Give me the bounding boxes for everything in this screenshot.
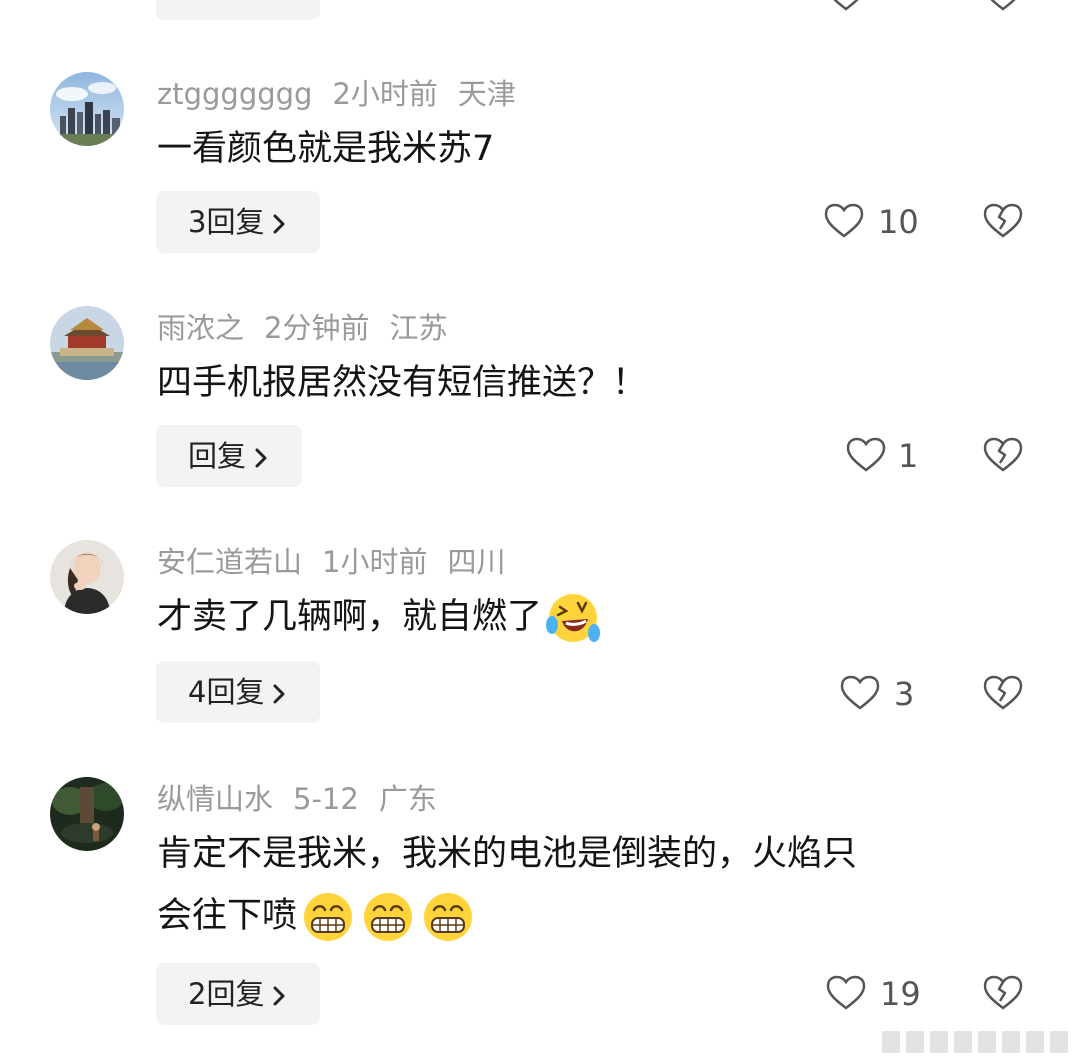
username[interactable]: ztggggggg [157, 77, 312, 111]
username[interactable]: 纵情山水 [157, 782, 273, 816]
reply-button-partial[interactable] [156, 0, 320, 20]
chevron-right-icon [273, 986, 285, 1006]
comment-text-line: 会往下喷 [157, 885, 1027, 947]
avatar[interactable] [50, 777, 124, 851]
avatar[interactable] [50, 72, 124, 146]
chevron-right-icon [273, 214, 285, 234]
broken-heart-icon[interactable] [983, 0, 1023, 12]
avatar[interactable] [50, 540, 124, 614]
heart-icon[interactable] [824, 203, 864, 239]
broken-heart-icon[interactable] [983, 675, 1023, 711]
comment-item: 纵情山水 5-12 广东 肯定不是我米，我米的电池是倒装的，火焰只 会往下喷 2… [0, 777, 1080, 1037]
username[interactable]: 安仁道若山 [157, 545, 302, 579]
username[interactable]: 雨浓之 [157, 311, 244, 345]
reply-label: 回复 [188, 439, 247, 473]
like-count: 3 [894, 675, 915, 713]
reply-button[interactable]: 2回复 [156, 963, 320, 1025]
grinning-teeth-emoji-icon [364, 893, 413, 941]
comment-text: 一看颜色就是我米苏7 [157, 129, 495, 169]
comment-item: 安仁道若山 1小时前 四川 才卖了几辆啊，就自燃了 4回复 3 [0, 540, 1080, 730]
location: 江苏 [389, 311, 448, 345]
comment-meta: 安仁道若山 1小时前 四川 [157, 544, 525, 580]
location: 天津 [457, 77, 516, 111]
comment-meta: 纵情山水 5-12 广东 [157, 781, 457, 817]
location: 四川 [447, 545, 506, 579]
timestamp: 2小时前 [332, 77, 438, 111]
heart-icon[interactable] [840, 675, 880, 711]
like-count: 10 [878, 203, 919, 241]
grinning-teeth-emoji-icon [424, 893, 473, 941]
broken-heart-icon[interactable] [983, 975, 1023, 1011]
comment-meta: 雨浓之 2分钟前 江苏 [157, 310, 467, 346]
comment-text: 四手机报居然没有短信推送？！ [157, 363, 648, 403]
comment-list: ztggggggg 2小时前 天津 一看颜色就是我米苏7 3回复 10 雨浓之 … [0, 0, 1080, 1063]
location: 广东 [378, 782, 437, 816]
heart-icon[interactable] [826, 0, 866, 12]
comment-text-content: 会往下喷 [157, 896, 298, 936]
timestamp: 1小时前 [322, 545, 428, 579]
comment-text-content: 才卖了几辆啊，就自燃了 [157, 597, 543, 637]
chevron-right-icon [255, 448, 267, 468]
heart-icon[interactable] [826, 975, 866, 1011]
comment-text-line: 肯定不是我米，我米的电池是倒装的，火焰只 [157, 834, 858, 874]
watermark-logo [882, 1031, 1068, 1053]
comment-partial [0, 0, 1080, 30]
chevron-right-icon [273, 684, 285, 704]
comment-item: ztggggggg 2小时前 天津 一看颜色就是我米苏7 3回复 10 [0, 72, 1080, 262]
reply-button[interactable]: 3回复 [156, 191, 320, 253]
comment-meta: ztggggggg 2小时前 天津 [157, 76, 536, 112]
reply-label: 3回复 [188, 205, 265, 239]
heart-icon[interactable] [846, 437, 886, 473]
reply-button[interactable]: 4回复 [156, 661, 320, 723]
avatar[interactable] [50, 306, 124, 380]
timestamp: 5-12 [293, 782, 359, 816]
reply-button[interactable]: 回复 [156, 425, 302, 487]
comment-item: 雨浓之 2分钟前 江苏 四手机报居然没有短信推送？！ 回复 1 [0, 306, 1080, 496]
broken-heart-icon[interactable] [983, 203, 1023, 239]
broken-heart-icon[interactable] [983, 437, 1023, 473]
comment-text: 肯定不是我米，我米的电池是倒装的，火焰只 会往下喷 [157, 823, 1027, 947]
reply-label: 4回复 [188, 675, 265, 709]
like-count: 19 [880, 975, 921, 1013]
timestamp: 2分钟前 [264, 311, 370, 345]
reply-label: 2回复 [188, 977, 265, 1011]
rolling-laughing-emoji-icon [546, 594, 601, 642]
like-count: 1 [898, 437, 919, 475]
comment-text: 才卖了几辆啊，就自燃了 [157, 586, 1027, 648]
grinning-teeth-emoji-icon [304, 893, 353, 941]
